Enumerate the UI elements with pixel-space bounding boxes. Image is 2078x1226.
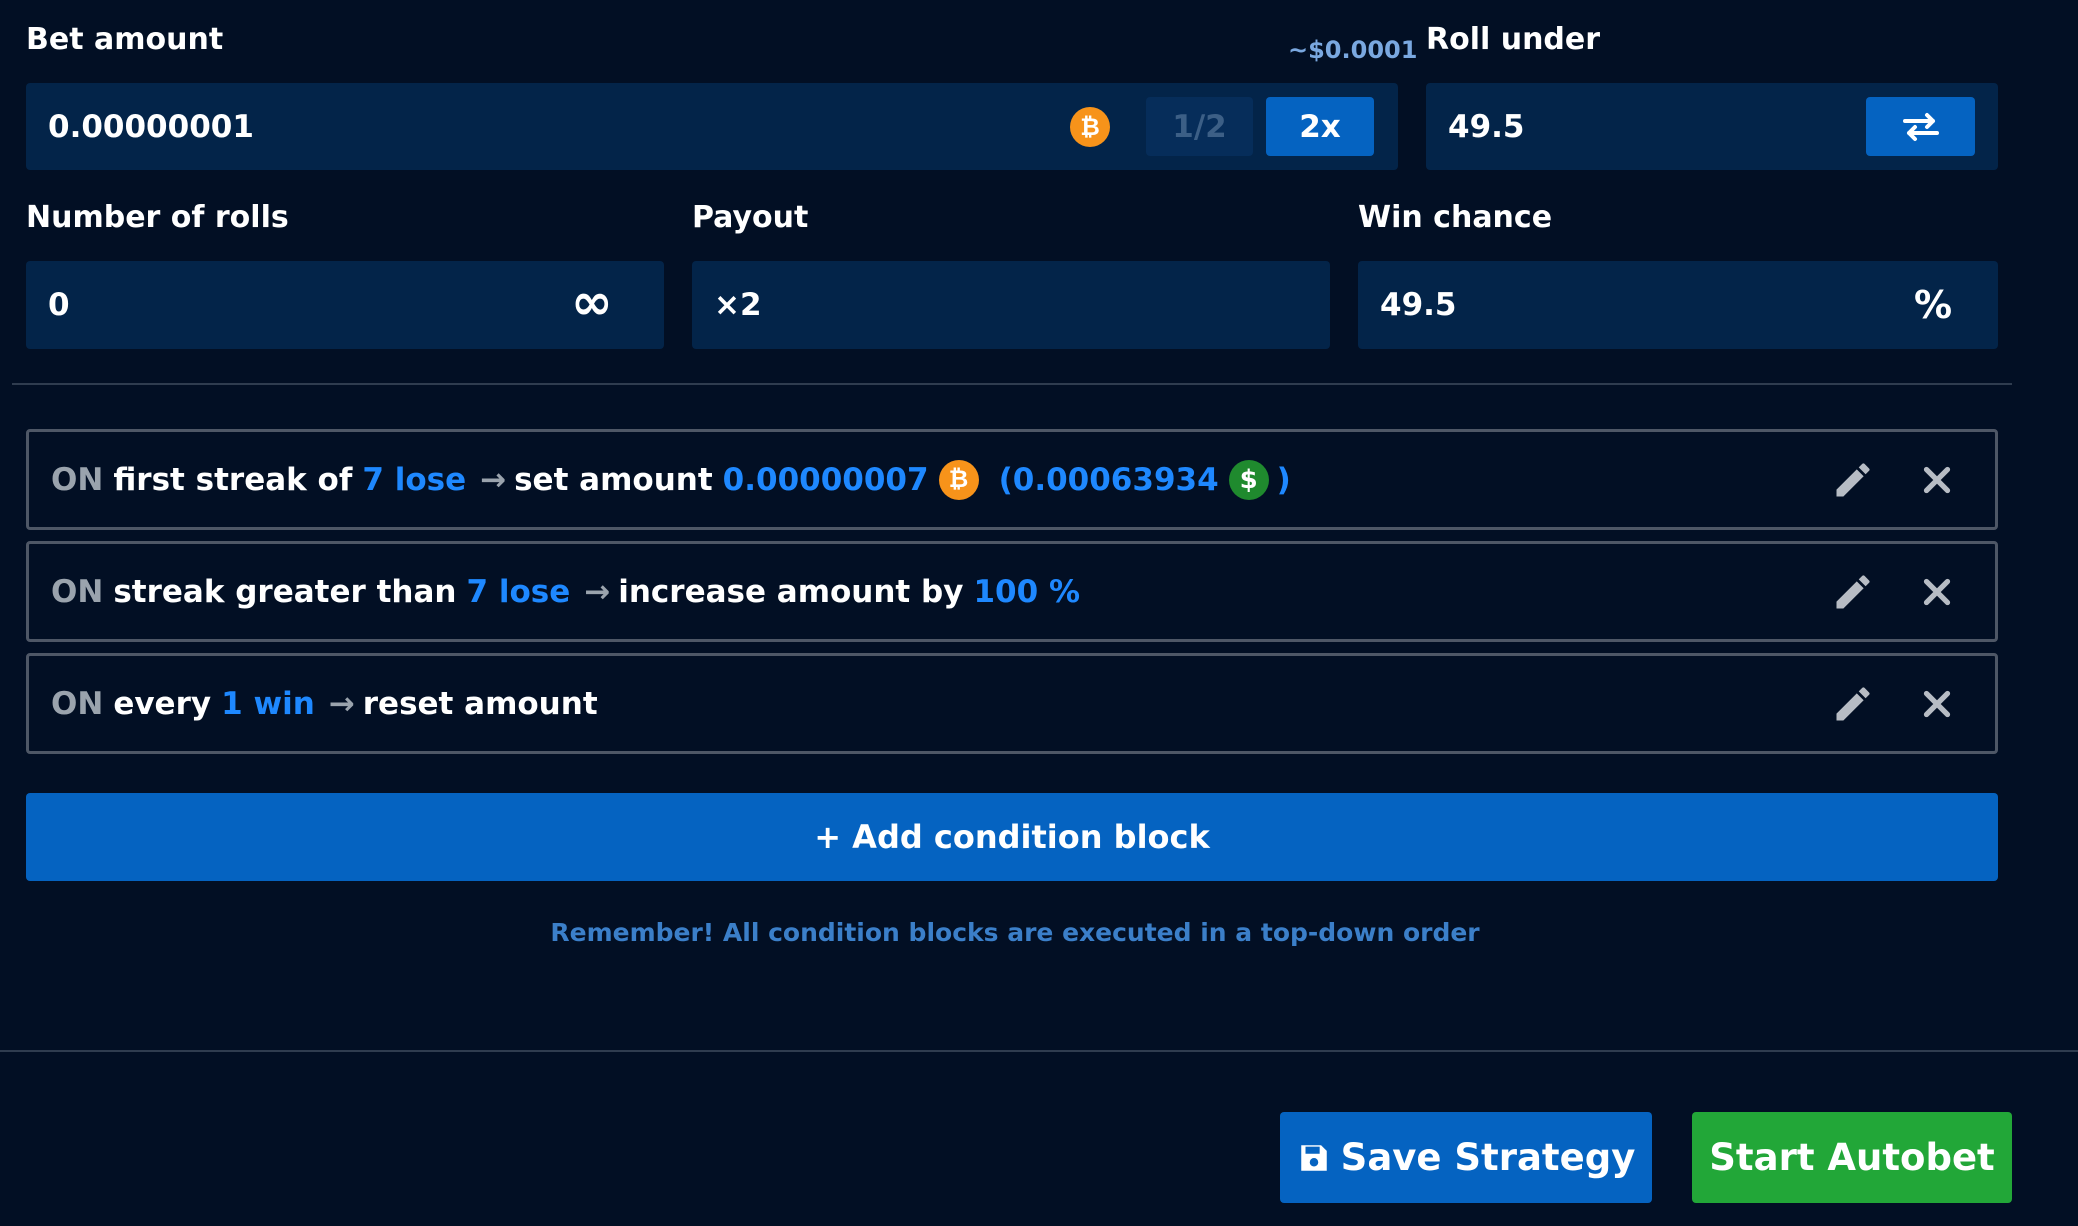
start-autobet-button[interactable]: Start Autobet <box>1692 1112 2012 1203</box>
save-strategy-button[interactable]: Save Strategy <box>1280 1112 1652 1203</box>
dollar-icon: $ <box>1228 459 1269 500</box>
action-value: 100 % <box>973 573 1081 610</box>
trigger-text: first streak of <box>113 461 353 498</box>
action-text: reset amount <box>362 685 598 722</box>
percent-icon: % <box>1914 283 1953 327</box>
half-button[interactable]: 1/2 <box>1146 97 1253 156</box>
execution-order-note: Remember! All condition blocks are execu… <box>550 918 1480 947</box>
number-of-rolls-field[interactable]: 0 ∞ <box>26 261 664 349</box>
paren-close: ) <box>1276 461 1291 498</box>
trigger-text: streak greater than <box>113 573 457 610</box>
on-label: ON <box>51 685 104 722</box>
on-label: ON <box>51 461 104 498</box>
trigger-value: 7 lose <box>466 573 571 610</box>
condition-text: ON every 1 win → reset amount <box>51 686 598 722</box>
condition-text: ON streak greater than 7 lose → increase… <box>51 574 1080 610</box>
win-chance-label: Win chance <box>1358 200 1553 235</box>
payout-field[interactable]: ×2 <box>692 261 1330 349</box>
win-chance-field[interactable]: 49.5 % <box>1358 261 1998 349</box>
pencil-icon[interactable] <box>1831 458 1875 502</box>
bottom-divider <box>0 1050 2078 1052</box>
add-condition-button[interactable]: + Add condition block <box>26 793 1998 881</box>
bitcoin-icon: ₿ <box>1070 107 1110 147</box>
condition-block-2[interactable]: ON streak greater than 7 lose → increase… <box>26 541 1998 642</box>
top-divider <box>12 383 2012 385</box>
floppy-disk-icon <box>1300 1144 1327 1171</box>
action-text: increase amount by <box>618 573 964 610</box>
close-icon[interactable] <box>1919 462 1955 498</box>
arrow-icon: → <box>328 685 355 722</box>
action-value: 0.00000007 <box>722 461 929 498</box>
roll-under-value[interactable]: 49.5 <box>1448 109 1525 145</box>
condition-text: ON first streak of 7 lose → set amount 0… <box>51 459 1291 500</box>
close-icon[interactable] <box>1919 574 1955 610</box>
payout-label: Payout <box>692 200 809 235</box>
on-label: ON <box>51 573 104 610</box>
condition-block-1[interactable]: ON first streak of 7 lose → set amount 0… <box>26 429 1998 530</box>
double-button[interactable]: 2x <box>1266 97 1374 156</box>
trigger-text: every <box>113 685 212 722</box>
payout-value[interactable]: ×2 <box>714 287 762 323</box>
pencil-icon[interactable] <box>1831 682 1875 726</box>
arrow-icon: → <box>480 461 507 498</box>
swap-arrows-icon <box>1902 112 1939 141</box>
usd-estimate: ~$0.0001 <box>1288 36 1418 64</box>
swap-button[interactable] <box>1866 97 1975 156</box>
bet-amount-value[interactable]: 0.00000001 <box>48 109 254 145</box>
pencil-icon[interactable] <box>1831 570 1875 614</box>
save-strategy-label: Save Strategy <box>1340 1136 1636 1179</box>
bet-amount-label: Bet amount <box>26 22 224 57</box>
win-chance-value[interactable]: 49.5 <box>1380 287 1457 323</box>
number-of-rolls-value[interactable]: 0 <box>48 287 70 323</box>
close-icon[interactable] <box>1919 686 1955 722</box>
trigger-value: 1 win <box>221 685 315 722</box>
action-text: set amount <box>514 461 713 498</box>
condition-block-3[interactable]: ON every 1 win → reset amount <box>26 653 1998 754</box>
arrow-icon: → <box>584 573 611 610</box>
number-of-rolls-label: Number of rolls <box>26 200 289 235</box>
roll-under-field[interactable]: 49.5 <box>1426 83 1998 170</box>
trigger-value: 7 lose <box>362 461 467 498</box>
bet-amount-field[interactable]: 0.00000001 ₿ 1/2 2x <box>26 83 1398 170</box>
infinity-icon[interactable]: ∞ <box>571 273 613 331</box>
bitcoin-icon: ₿ <box>938 459 979 500</box>
roll-under-label: Roll under <box>1426 22 1601 57</box>
usd-value: (0.00063934 <box>998 461 1219 498</box>
